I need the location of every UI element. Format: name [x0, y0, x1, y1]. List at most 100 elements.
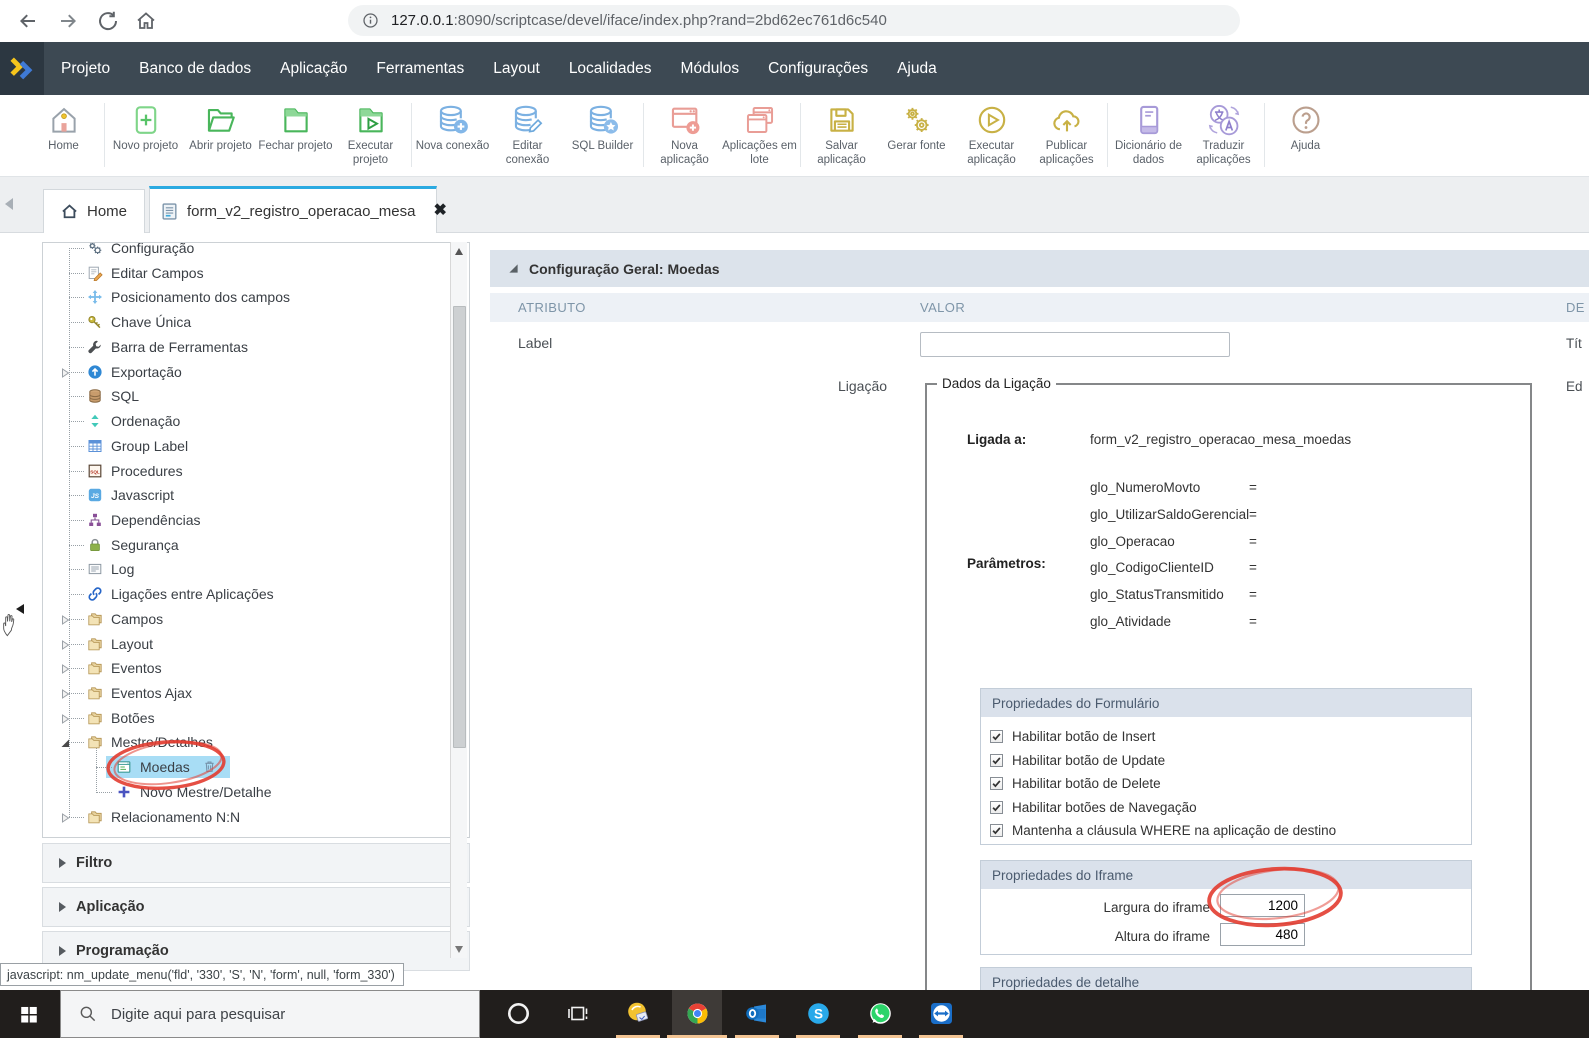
collapsed-expander-icon[interactable]: [59, 811, 71, 823]
tree-item-procedures[interactable]: SQL Procedures: [43, 459, 448, 484]
collapsed-expander-icon[interactable]: [59, 613, 71, 625]
tab-form-v2-registro-operacao-mesa[interactable]: form_v2_registro_operacao_mesa ✖: [149, 186, 447, 233]
toolbar-run-application-button[interactable]: Executar aplicação: [954, 95, 1029, 167]
collapsed-expander-icon[interactable]: [59, 662, 71, 675]
section-header[interactable]: Configuração Geral: Moedas: [490, 250, 1589, 287]
tree-item-layout[interactable]: Layout: [43, 632, 448, 657]
scriptcase-logo-icon: [10, 56, 33, 79]
tree-item-eventos[interactable]: Eventos: [43, 656, 448, 681]
toolbar-batch-applications-button[interactable]: Aplicações em lote: [722, 95, 797, 167]
tree-item-relacionamento-n-n[interactable]: Relacionamento N:N: [43, 805, 448, 830]
iframe-height-input[interactable]: [1220, 923, 1305, 946]
toolbar-label: Abrir projeto: [189, 140, 252, 152]
tree-item-chave-unica[interactable]: Chave Única: [43, 310, 448, 335]
tree-item-exportacao[interactable]: Exportação: [43, 360, 448, 385]
toolbar-new-connection-button[interactable]: Nova conexão: [415, 95, 490, 153]
taskbar-app-yellow-icon[interactable]: [625, 1000, 652, 1027]
tree-item-campos[interactable]: Campos: [43, 607, 448, 632]
tree-item-editar-campos[interactable]: Editar Campos: [43, 261, 448, 286]
taskbar-teamviewer-icon[interactable]: [928, 1000, 955, 1027]
start-button-icon[interactable]: [19, 1004, 39, 1024]
label-input[interactable]: [920, 332, 1230, 357]
scroll-down-icon[interactable]: [455, 946, 463, 953]
toolbar-open-project-button[interactable]: Abrir projeto: [183, 95, 258, 153]
tree-item-eventos-ajax[interactable]: Eventos Ajax: [43, 681, 448, 706]
menu-layout[interactable]: Layout: [493, 60, 540, 78]
tree-item-sql[interactable]: SQL: [43, 384, 448, 409]
toolbar-data-dictionary-button[interactable]: Dicionário de dados: [1111, 95, 1186, 167]
tree-item-javascript[interactable]: JS Javascript: [43, 483, 448, 508]
browser-home-icon[interactable]: [134, 9, 158, 33]
site-info-icon[interactable]: [361, 11, 380, 30]
toolbar-translate-applications-button[interactable]: Traduzir aplicações: [1186, 95, 1261, 167]
checkbox-checked[interactable]: [990, 800, 1003, 814]
checkbox-checked[interactable]: [990, 777, 1003, 790]
menu-ajuda[interactable]: Ajuda: [897, 60, 937, 78]
menu-aplicacao[interactable]: Aplicação: [280, 60, 347, 78]
tab-close-icon[interactable]: ✖: [433, 203, 446, 219]
toolbar-home-button[interactable]: Home: [26, 95, 101, 153]
toolbar-edit-connection-button[interactable]: Editar conexão: [490, 95, 565, 167]
tree-connector: [69, 668, 84, 670]
checkbox-checked[interactable]: [990, 824, 1003, 837]
toolbar-help-button[interactable]: Ajuda: [1268, 95, 1343, 153]
toolbar-save-application-button[interactable]: Salvar aplicação: [804, 95, 879, 167]
scroll-up-icon[interactable]: [455, 248, 463, 255]
toolbar-sql-builder-button[interactable]: SQL Builder: [565, 95, 640, 153]
menu-ferramentas[interactable]: Ferramentas: [376, 60, 464, 78]
tab-scroll-left-icon[interactable]: [5, 198, 13, 210]
collapsed-expander-icon[interactable]: [59, 712, 71, 724]
toolbar-generate-source-button[interactable]: Gerar fonte: [879, 95, 954, 153]
taskbar-whatsapp-icon[interactable]: [867, 1000, 894, 1027]
back-icon[interactable]: [16, 9, 40, 33]
toolbar-close-project-button[interactable]: Fechar projeto: [258, 95, 333, 153]
sidebar-scrollbar[interactable]: [450, 242, 467, 958]
scrollbar-thumb[interactable]: [453, 306, 466, 748]
reload-icon[interactable]: [96, 9, 120, 33]
tree-item-moedas[interactable]: Moedas: [43, 755, 448, 780]
menu-localidades[interactable]: Localidades: [569, 60, 652, 78]
iframe-width-input[interactable]: [1220, 894, 1305, 917]
toolbar-publish-applications-button[interactable]: Publicar aplicações: [1029, 95, 1104, 167]
taskbar-outlook-icon[interactable]: [744, 1000, 771, 1027]
collapsed-expander-icon[interactable]: [59, 366, 71, 378]
menu-banco-de-dados[interactable]: Banco de dados: [139, 60, 251, 78]
tree-item-mestre-detalhes[interactable]: Mestre/Detalhes: [43, 730, 448, 755]
taskbar-skype-icon[interactable]: S: [805, 1000, 832, 1027]
accordion-aplicacao[interactable]: Aplicação: [42, 887, 470, 927]
collapsed-expander-icon[interactable]: [59, 638, 71, 650]
parameter-name: glo_Operacao: [1090, 533, 1175, 549]
forward-icon[interactable]: [56, 9, 80, 33]
tree-item-posicionamento-dos-campos[interactable]: Posicionamento dos campos: [43, 285, 448, 310]
taskbar-cortana-icon[interactable]: [505, 1000, 532, 1027]
tree-item-seguranca[interactable]: Segurança: [43, 533, 448, 558]
expanded-expander-icon[interactable]: [59, 736, 71, 748]
tree-item-log[interactable]: Log: [43, 557, 448, 582]
tree-item-botoes[interactable]: Botões: [43, 706, 448, 731]
menu-projeto[interactable]: Projeto: [61, 60, 110, 78]
tab-home[interactable]: Home: [43, 189, 145, 233]
taskbar-chrome-icon[interactable]: [684, 1000, 711, 1027]
taskbar-search[interactable]: Digite aqui para pesquisar: [60, 990, 480, 1038]
toolbar-new-project-button[interactable]: Novo projeto: [108, 95, 183, 153]
sort-arrows-icon: [87, 413, 103, 429]
checkbox-checked[interactable]: [990, 730, 1003, 743]
menu-modulos[interactable]: Módulos: [681, 60, 740, 78]
toolbar-run-project-button[interactable]: Executar projeto: [333, 95, 408, 167]
tree-item-barra-de-ferramentas[interactable]: Barra de Ferramentas: [43, 335, 448, 360]
taskbar-task-view-icon[interactable]: [565, 1000, 592, 1027]
trash-icon[interactable]: [202, 759, 217, 774]
tree-item-configuracao[interactable]: Configuração: [43, 243, 448, 261]
tree-item-ligacoes-entre-aplicacoes[interactable]: Ligações entre Aplicações: [43, 582, 448, 607]
tree-item-ordenacao[interactable]: Ordenação: [43, 409, 448, 434]
database-icon: [87, 388, 103, 404]
collapsed-expander-icon[interactable]: [59, 687, 71, 699]
tree-item-novo-mestre-detalhe[interactable]: Novo Mestre/Detalhe: [43, 780, 448, 805]
checkbox-checked[interactable]: [990, 753, 1003, 767]
menu-configuracoes[interactable]: Configurações: [768, 60, 868, 78]
tree-item-dependencias[interactable]: Dependências: [43, 508, 448, 533]
tree-item-group-label[interactable]: Group Label: [43, 434, 448, 459]
address-bar[interactable]: 127.0.0.1:8090/scriptcase/devel/iface/in…: [348, 5, 1240, 36]
accordion-filtro[interactable]: Filtro: [42, 843, 470, 883]
toolbar-new-application-button[interactable]: Nova aplicação: [647, 95, 722, 167]
